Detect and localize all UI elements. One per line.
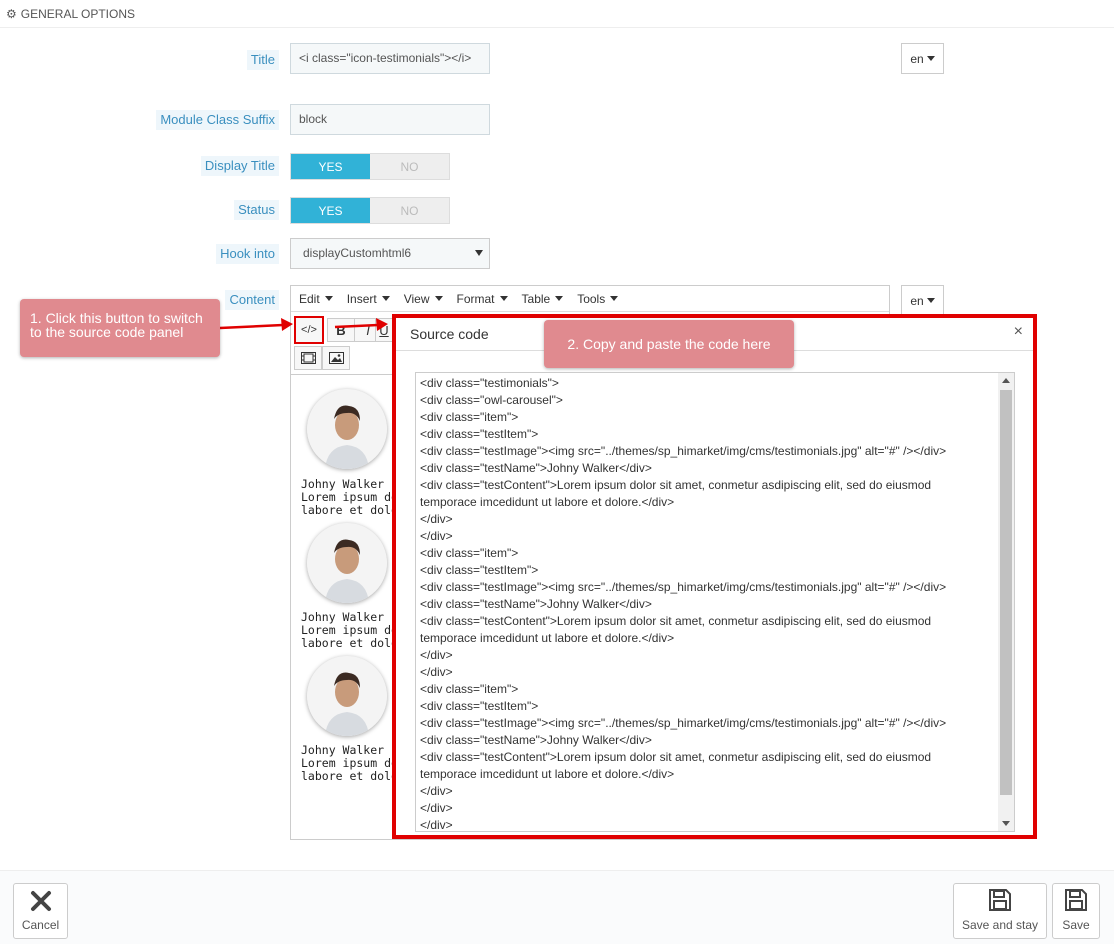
code-line: </div> <box>420 665 453 679</box>
code-line: </div> <box>420 784 453 798</box>
source-code-dialog: Source code × <div class="testimonials">… <box>392 314 1037 839</box>
scroll-down-icon[interactable] <box>1002 821 1010 826</box>
code-line: <div class="testName">Johny Walker</div> <box>420 597 652 611</box>
code-lines: <div class="testimonials"> <div class="ow… <box>420 375 995 832</box>
floppy-disk-icon <box>1065 889 1087 911</box>
code-line: <div class="testimonials"> <box>420 376 559 390</box>
code-line: </div> <box>420 801 453 815</box>
callout-step-1-text: 1. Click this button to switch to the so… <box>30 310 203 340</box>
code-line: <div class="testContent">Lorem ipsum dol… <box>420 750 932 764</box>
code-line: temporace imcedidunt ut labore et dolore… <box>420 495 675 509</box>
code-line: <div class="testName">Johny Walker</div> <box>420 461 652 475</box>
code-line: </div> <box>420 648 453 662</box>
code-line: <div class="item"> <box>420 546 519 560</box>
code-line: <div class="testContent">Lorem ipsum dol… <box>420 478 932 492</box>
dialog-title: Source code <box>410 326 489 342</box>
code-line: </div> <box>420 818 453 832</box>
code-line: temporace imcedidunt ut labore et dolore… <box>420 767 675 781</box>
callout-step-1: 1. Click this button to switch to the so… <box>20 299 220 357</box>
code-line: <div class="item"> <box>420 410 519 424</box>
scroll-up-icon[interactable] <box>1002 378 1010 383</box>
code-line: <div class="testItem"> <box>420 563 539 577</box>
code-line: <div class="item"> <box>420 682 519 696</box>
code-line: <div class="testImage"><img src="../them… <box>420 580 947 594</box>
arrow-head <box>376 318 388 331</box>
code-line: <div class="testImage"><img src="../them… <box>420 444 947 458</box>
code-line: <div class="testItem"> <box>420 427 539 441</box>
arrow-to-dialog <box>334 323 379 329</box>
source-code-textarea[interactable]: <div class="testimonials"> <div class="ow… <box>415 372 1015 832</box>
arrow-to-source-button <box>219 323 284 330</box>
code-line: <div class="testContent">Lorem ipsum dol… <box>420 614 932 628</box>
save-button[interactable]: Save <box>1052 883 1100 939</box>
callout-step-2: 2. Copy and paste the code here <box>544 320 794 368</box>
code-line: </div> <box>420 529 453 543</box>
callout-step-2-text: 2. Copy and paste the code here <box>567 336 771 352</box>
scrollbar-thumb[interactable] <box>1000 390 1012 795</box>
arrow-head <box>281 318 293 331</box>
form-footer: Cancel Save and stay Save <box>0 870 1114 944</box>
save-and-stay-label: Save and stay <box>961 918 1039 932</box>
close-icon[interactable]: × <box>1014 323 1023 341</box>
save-and-stay-button[interactable]: Save and stay <box>953 883 1047 939</box>
code-line: <div class="testItem"> <box>420 699 539 713</box>
close-icon <box>30 891 51 911</box>
scrollbar[interactable] <box>998 373 1014 831</box>
code-line: </div> <box>420 512 453 526</box>
floppy-disk-icon <box>989 889 1011 911</box>
code-line: <div class="testImage"><img src="../them… <box>420 716 947 730</box>
code-line: <div class="testName">Johny Walker</div> <box>420 733 652 747</box>
save-label: Save <box>1062 918 1090 932</box>
cancel-button[interactable]: Cancel <box>13 883 68 939</box>
code-line: temporace imcedidunt ut labore et dolore… <box>420 631 675 645</box>
code-line: <div class="owl-carousel"> <box>420 393 563 407</box>
cancel-label: Cancel <box>21 918 60 932</box>
